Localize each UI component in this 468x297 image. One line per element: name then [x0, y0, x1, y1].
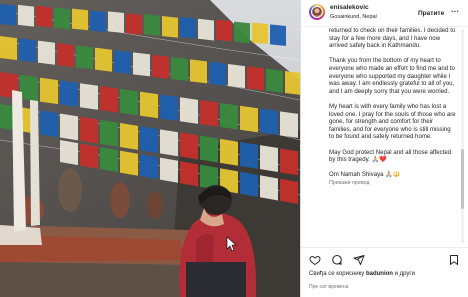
caption-paragraph: My heart is with every family who has lo…: [329, 102, 456, 141]
likes-user-link[interactable]: badunion: [366, 271, 393, 277]
caption-paragraph: May God protect Nepal and all those affe…: [329, 148, 452, 164]
scrollbar-thumb[interactable]: [461, 149, 464, 209]
share-icon[interactable]: [353, 254, 365, 266]
post-caption: returned to check on their families. I d…: [329, 27, 457, 246]
show-translation-link[interactable]: Прикажи превод: [329, 180, 457, 188]
follow-button[interactable]: Пратите: [418, 10, 444, 17]
avatar[interactable]: [309, 4, 325, 20]
post-location[interactable]: Gosainkund, Nepal: [330, 14, 377, 20]
likes-prefix: Свиђа се кориснику: [309, 271, 366, 277]
post-side-panel: enisalekovic Gosainkund, Nepal Пратите .…: [300, 0, 468, 297]
more-horizontal-icon[interactable]: ...: [451, 5, 459, 14]
comment-icon[interactable]: [331, 254, 343, 266]
post-photo[interactable]: [0, 0, 300, 297]
likes-summary: Свиђа се кориснику badunion и други: [309, 271, 415, 277]
post-header: enisalekovic Gosainkund, Nepal Пратите .…: [301, 0, 468, 27]
caption-paragraph: Om Namah Shivaya 🙏🏼🔱: [329, 171, 401, 179]
post-timestamp: Пре сат времена: [309, 284, 349, 290]
photo-illustration: [0, 0, 300, 297]
caption-paragraph: Thank you from the bottom of my heart to…: [329, 57, 455, 95]
caption-paragraph: returned to check on their families. I d…: [329, 27, 456, 50]
bookmark-icon[interactable]: [448, 254, 460, 266]
post-actions: Свиђа се кориснику badunion и други Пре …: [301, 247, 468, 297]
post-username[interactable]: enisalekovic: [330, 4, 369, 11]
heart-icon[interactable]: [309, 254, 321, 266]
likes-suffix[interactable]: и други: [393, 271, 415, 277]
caption-scrollbar[interactable]: [461, 29, 464, 243]
instagram-post-view: enisalekovic Gosainkund, Nepal Пратите .…: [0, 0, 468, 297]
